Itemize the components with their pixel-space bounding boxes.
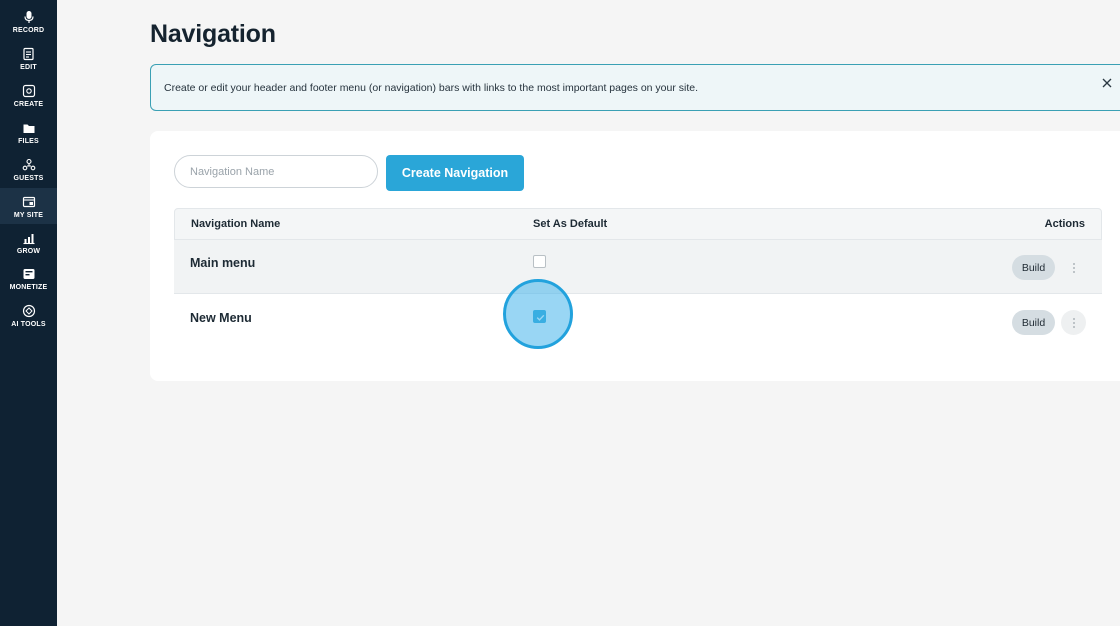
sidebar-item-record[interactable]: RECORD	[0, 6, 57, 42]
sidebar-item-label: MONETIZE	[9, 284, 48, 291]
sidebar-item-edit[interactable]: EDIT	[0, 43, 57, 79]
sidebar-item-label: RECORD	[12, 27, 45, 34]
sidebar-item-label: AI TOOLS	[11, 321, 46, 328]
set-default-checkbox[interactable]	[533, 310, 546, 323]
set-default-checkbox[interactable]	[533, 255, 546, 268]
navigation-name-input[interactable]	[174, 155, 378, 188]
kebab-menu-icon	[1072, 262, 1075, 273]
sidebar-item-label: EDIT	[20, 64, 37, 71]
ai-tools-icon	[22, 304, 35, 318]
sidebar-item-label: GROW	[16, 248, 41, 255]
create-navigation-button[interactable]: Create Navigation	[386, 155, 524, 191]
info-banner: Create or edit your header and footer me…	[150, 64, 1120, 111]
sidebar-item-label: GUESTS	[13, 175, 44, 182]
more-options-button[interactable]	[1061, 310, 1086, 335]
column-header-name: Navigation Name	[191, 218, 281, 230]
page-title: Navigation	[150, 20, 276, 48]
more-options-button[interactable]	[1061, 255, 1086, 280]
monetize-icon	[23, 269, 34, 279]
build-button[interactable]: Build	[1012, 310, 1055, 335]
chart-icon	[23, 234, 34, 245]
sidebar-item-create[interactable]: CREATE	[0, 80, 57, 116]
close-icon	[1102, 78, 1112, 88]
sidebar-item-grow[interactable]: GROW	[0, 227, 57, 263]
edit-icon	[22, 47, 34, 61]
create-icon	[22, 84, 35, 98]
guests-icon	[22, 158, 35, 171]
sidebar-item-files[interactable]: FILES	[0, 117, 57, 153]
column-header-actions: Actions	[1044, 218, 1085, 230]
my-site-icon	[22, 196, 35, 208]
column-header-default: Set As Default	[533, 218, 608, 230]
table-header: Navigation Name Set As Default Actions	[174, 208, 1102, 240]
navigation-name: Main menu	[190, 256, 256, 270]
navigation-name: New Menu	[190, 311, 252, 325]
close-banner-button[interactable]	[1100, 76, 1114, 90]
sidebar: RECORD EDIT CREATE FILES GUESTS MY SITE …	[0, 0, 57, 626]
build-button[interactable]: Build	[1012, 255, 1055, 280]
checkmark-icon	[536, 314, 545, 321]
app: RECORD EDIT CREATE FILES GUESTS MY SITE …	[0, 0, 1120, 626]
sidebar-item-label: CREATE	[13, 101, 44, 108]
sidebar-item-label: FILES	[18, 138, 39, 145]
table-row: Main menu Build	[174, 240, 1102, 294]
sidebar-item-monetize[interactable]: MONETIZE	[0, 263, 57, 299]
sidebar-item-guests[interactable]: GUESTS	[0, 154, 57, 190]
sidebar-item-my-site[interactable]: MY SITE	[0, 188, 57, 224]
files-icon	[23, 124, 34, 133]
sidebar-item-label: MY SITE	[13, 212, 44, 219]
microphone-icon	[23, 11, 34, 23]
info-banner-text: Create or edit your header and footer me…	[164, 81, 699, 94]
sidebar-item-ai-tools[interactable]: AI TOOLS	[0, 300, 57, 336]
table-row: New Menu Build	[174, 295, 1102, 349]
kebab-menu-icon	[1072, 317, 1075, 328]
